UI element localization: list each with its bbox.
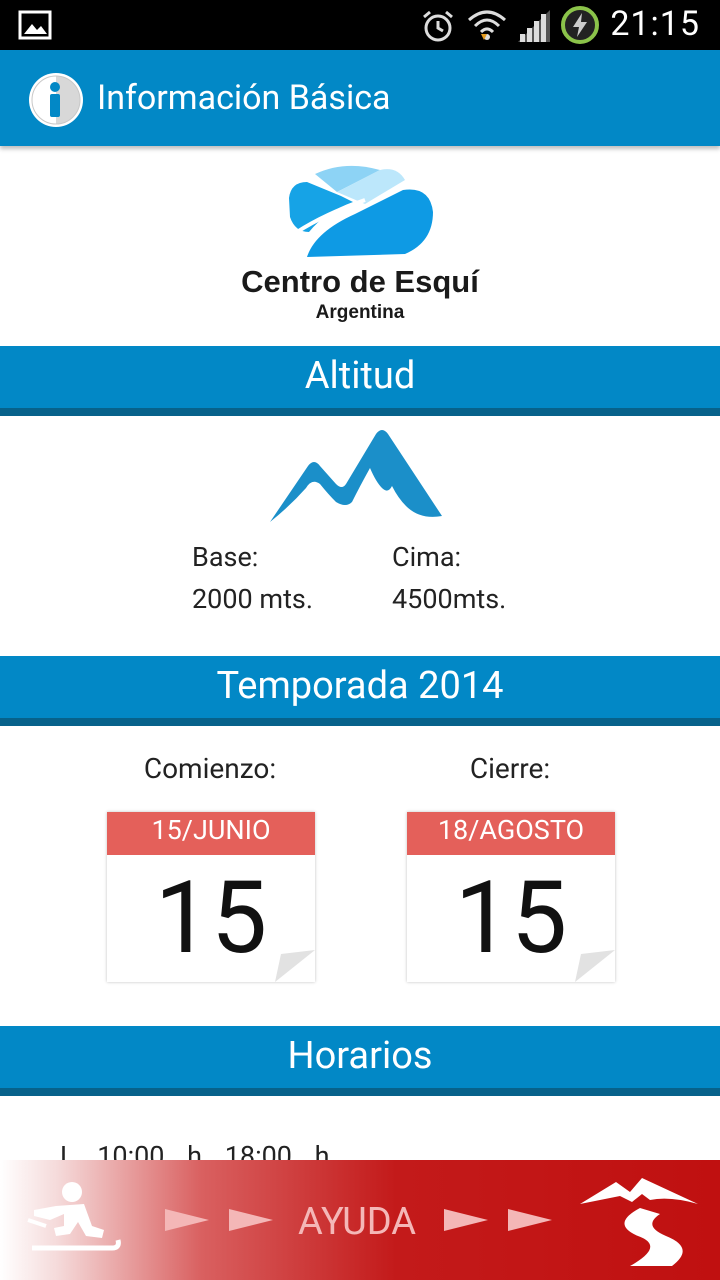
image-icon (18, 10, 52, 40)
season-start-label: Comienzo: (143, 752, 277, 785)
section-header-season: Temporada 2014 (0, 656, 720, 726)
brand-name: Centro de Esquí (241, 264, 479, 299)
skier-icon (27, 1182, 121, 1251)
action-bar: Información Básica (0, 50, 720, 146)
page-title: Información Básica (97, 78, 391, 118)
logo-mark-icon (289, 165, 433, 257)
mountain-trail-icon (580, 1178, 698, 1266)
arrow-right-icon (229, 1209, 273, 1231)
alarm-icon (423, 10, 453, 42)
altitude-top-label: Cima: (392, 541, 462, 573)
season-start-calendar: 15/JUNIO 15 (107, 812, 315, 982)
season-end-label: Cierre: (469, 752, 551, 785)
season-end-calendar: 18/AGOSTO 15 (407, 812, 615, 982)
wifi-icon (468, 10, 506, 40)
help-label[interactable]: AYUDA (298, 1200, 416, 1244)
arrow-right-icon (508, 1209, 552, 1231)
altitude-base-label: Base: (192, 541, 259, 573)
section-header-hours: Horarios (0, 1026, 720, 1096)
page-fold-icon (575, 950, 615, 982)
season-start-date: 15/JUNIO (107, 812, 315, 855)
brand-logo: Centro de Esquí Argentina (0, 150, 720, 346)
arrow-right-icon (444, 1209, 488, 1231)
altitude-base-value: 2000 mts. (192, 583, 313, 615)
season-end-date: 18/AGOSTO (407, 812, 615, 855)
altitude-top-value: 4500mts. (392, 583, 507, 615)
status-bar: 21:15 (0, 0, 720, 50)
brand-subtitle: Argentina (315, 302, 405, 323)
page-fold-icon (275, 950, 315, 982)
signal-icon (518, 10, 550, 42)
arrow-right-icon (165, 1209, 209, 1231)
mountain-icon (270, 430, 442, 522)
section-header-altitude: Altitud (0, 346, 720, 416)
info-icon[interactable] (28, 72, 84, 128)
clock: 21:15 (610, 4, 700, 44)
help-banner[interactable]: AYUDA (0, 1160, 720, 1280)
battery-charging-icon (561, 6, 599, 44)
